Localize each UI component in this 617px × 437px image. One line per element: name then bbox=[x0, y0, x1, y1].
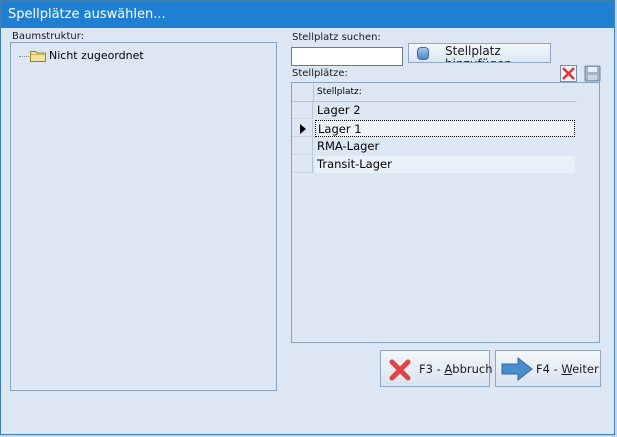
row-indicator[interactable] bbox=[292, 138, 313, 155]
tree-label: Baumstruktur: bbox=[12, 31, 85, 42]
cell-stellplatz[interactable]: Transit-Lager bbox=[315, 156, 575, 173]
tree-view[interactable]: Nicht zugeordnet bbox=[10, 42, 277, 391]
cell-stellplatz[interactable]: RMA-Lager bbox=[315, 138, 575, 155]
arrow-right-icon bbox=[501, 357, 533, 381]
dialog-body: Baumstruktur: Nicht zugeordnet Stellplat… bbox=[1, 28, 614, 434]
column-header-stellplatz: Stellplatz: bbox=[317, 87, 362, 97]
add-button-label: Stellplatz hinzufügen bbox=[445, 44, 512, 63]
search-label: Stellplatz suchen: bbox=[292, 32, 381, 43]
stellplaetze-grid[interactable]: Stellplatz: Lager 2 Lager 1 RMA-Lager Tr… bbox=[291, 82, 600, 343]
row-indicator[interactable] bbox=[292, 156, 313, 173]
window-title: Spellplätze auswählen... bbox=[8, 7, 166, 22]
row-indicator[interactable] bbox=[292, 102, 313, 119]
add-icon bbox=[417, 47, 429, 60]
add-stellplatz-button[interactable]: Stellplatz hinzufügen bbox=[408, 43, 551, 63]
tree-item-nicht-zugeordnet[interactable]: Nicht zugeordnet bbox=[30, 49, 144, 62]
cell-stellplatz[interactable]: Lager 1 bbox=[315, 120, 575, 137]
row-indicator-header bbox=[292, 83, 314, 101]
table-row[interactable]: RMA-Lager bbox=[292, 138, 577, 156]
table-row-selected[interactable]: Lager 1 bbox=[292, 120, 577, 138]
row-indicator[interactable] bbox=[292, 120, 313, 137]
next-button-label: F4 - Weiter bbox=[536, 362, 599, 376]
folder-icon bbox=[30, 50, 46, 62]
grid-header: Stellplatz: bbox=[292, 83, 577, 102]
cancel-button-label: F3 - Abbruch bbox=[419, 362, 493, 376]
cell-stellplatz[interactable]: Lager 2 bbox=[315, 102, 575, 119]
next-button[interactable]: F4 - Weiter bbox=[495, 350, 601, 387]
search-input[interactable] bbox=[291, 47, 403, 66]
cancel-button[interactable]: F3 - Abbruch bbox=[380, 350, 493, 387]
title-bar[interactable]: Spellplätze auswählen... bbox=[1, 1, 614, 28]
table-row[interactable]: Lager 2 bbox=[292, 102, 577, 120]
delete-red-x-icon[interactable] bbox=[560, 65, 577, 82]
tree-item-label: Nicht zugeordnet bbox=[49, 49, 144, 62]
save-disk-icon[interactable] bbox=[584, 65, 601, 82]
grid-label: Stellplätze: bbox=[292, 68, 348, 79]
cancel-x-icon bbox=[389, 359, 411, 381]
dialog-window: Spellplätze auswählen... Baumstruktur: N… bbox=[0, 0, 615, 435]
current-row-arrow-icon bbox=[300, 124, 306, 134]
table-row[interactable]: Transit-Lager bbox=[292, 156, 577, 174]
